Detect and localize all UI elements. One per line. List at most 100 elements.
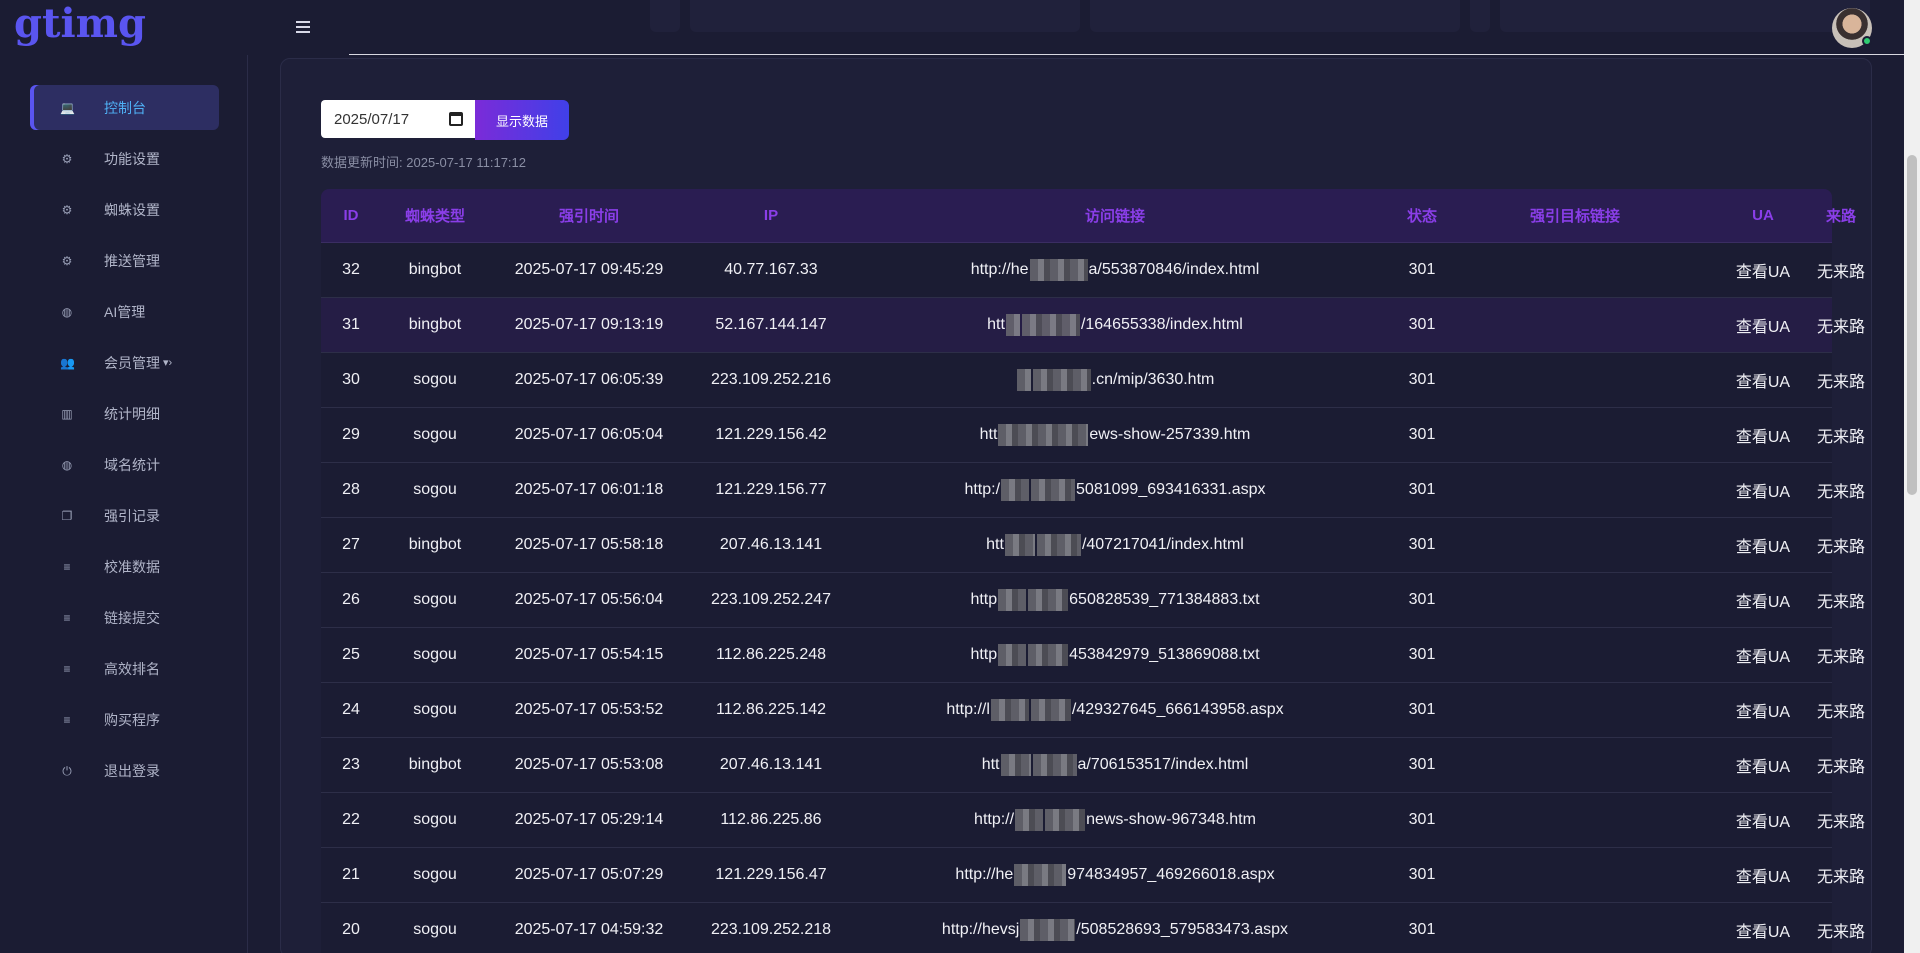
cell-url[interactable]: http:// news-show-967348.htm xyxy=(853,793,1377,847)
url-suffix: /164655338/index.html xyxy=(1080,316,1243,333)
cell-url[interactable]: http 453842979_513869088.txt xyxy=(853,628,1377,682)
url-suffix: /429327645_666143958.aspx xyxy=(1071,701,1284,718)
url-prefix: http xyxy=(970,646,998,663)
table-row: 28 sogou 2025-07-17 06:01:18 121.229.156.77… xyxy=(321,463,1865,518)
cell-source: 无来路 xyxy=(1816,759,1865,776)
cell-url[interactable]: http://he 974834957_469266018.aspx xyxy=(853,848,1377,902)
redacted-block xyxy=(998,589,1027,611)
cell-url[interactable]: htt a/706153517/index.html xyxy=(853,738,1377,792)
user-avatar[interactable] xyxy=(1832,8,1872,48)
cell-ip: 112.86.225.86 xyxy=(720,811,822,828)
sidebar-item-2[interactable]: ⚙ 蜘蛛设置 xyxy=(30,187,219,232)
cell-id: 24 xyxy=(342,701,360,718)
url-suffix: /407217041/index.html xyxy=(1081,536,1244,553)
cell-status: 301 xyxy=(1408,866,1436,883)
header-status[interactable]: 状态 xyxy=(1377,189,1467,242)
url-suffix: 453842979_513869088.txt xyxy=(1069,646,1260,663)
scrollbar-thumb[interactable] xyxy=(1907,155,1917,495)
update-time-label: 数据更新时间: xyxy=(321,155,403,170)
url-prefix: http xyxy=(970,591,998,608)
cell-ip: 223.109.252.216 xyxy=(710,371,832,388)
redacted-block xyxy=(1021,314,1080,336)
sidebar-item-0[interactable]: 💻 控制台 xyxy=(30,85,219,130)
header-ip[interactable]: IP xyxy=(689,189,853,242)
cell-ip: 52.167.144.147 xyxy=(715,316,827,333)
sidebar-item-4[interactable]: ◍ AI管理 xyxy=(30,289,219,334)
cell-status: 301 xyxy=(1408,371,1436,388)
cell-url[interactable]: http 650828539_771384883.txt xyxy=(853,573,1377,627)
cell-ip: 121.229.156.77 xyxy=(715,481,827,498)
cell-target-url xyxy=(1467,408,1683,462)
cell-target-url xyxy=(1467,738,1683,792)
hamburger-menu-icon[interactable] xyxy=(292,16,314,38)
cell-url[interactable]: .cn/mip/3630.htm xyxy=(853,353,1377,407)
sidebar-item-label: 退出登录 xyxy=(104,762,160,779)
cell-url[interactable]: http://he a/553870846/index.html xyxy=(853,243,1377,297)
sidebar-item-1[interactable]: ⚙ 功能设置 xyxy=(30,136,219,181)
cell-ip: 112.86.225.248 xyxy=(715,646,827,663)
header-spider-type[interactable]: 蜘蛛类型 xyxy=(381,189,489,242)
sidebar-item-13[interactable]: ⏻ 退出登录 xyxy=(30,748,219,793)
sidebar-item-label: 强引记录 xyxy=(104,507,160,524)
sidebar-item-11[interactable]: ≡ 高效排名 xyxy=(30,646,219,691)
cell-id: 21 xyxy=(342,866,360,883)
header-id[interactable]: ID xyxy=(321,189,381,242)
url-prefix: http://hevsj xyxy=(941,921,1020,938)
url-suffix: a/706153517/index.html xyxy=(1077,756,1249,773)
cell-url[interactable]: htt/407217041/index.html xyxy=(853,518,1377,572)
header-url[interactable]: 访问链接 xyxy=(853,189,1377,242)
cell-status: 301 xyxy=(1408,811,1436,828)
cell-spider-type: bingbot xyxy=(408,316,462,333)
top-ghost-tab xyxy=(690,0,1080,32)
cell-ip: 40.77.167.33 xyxy=(724,261,818,278)
cell-ip: 121.229.156.42 xyxy=(715,426,827,443)
show-data-button[interactable]: 显示数据 xyxy=(475,100,569,140)
users-icon: 👥 xyxy=(60,355,75,370)
header-target-url[interactable]: 强引目标链接 xyxy=(1467,189,1683,242)
globe-icon: ◍ xyxy=(61,304,73,319)
sidebar-item-12[interactable]: ≡ 购买程序 xyxy=(30,697,219,742)
cell-id: 28 xyxy=(342,481,360,498)
cell-target-url xyxy=(1467,243,1683,297)
sidebar-item-label: 蜘蛛设置 xyxy=(104,201,160,218)
header-source[interactable]: 来路 xyxy=(1776,189,1906,242)
cell-time: 2025-07-17 04:59:32 xyxy=(514,921,664,938)
sidebar-item-5[interactable]: 👥 会员管理 ▾› xyxy=(30,340,219,385)
cell-time: 2025-07-17 06:01:18 xyxy=(514,481,664,498)
sidebar-item-label: 链接提交 xyxy=(104,609,160,626)
redacted-block xyxy=(1032,369,1091,391)
list-icon: ≡ xyxy=(63,610,71,625)
cell-url[interactable]: htt/164655338/index.html xyxy=(853,298,1377,352)
redacted-block xyxy=(1032,754,1077,776)
cell-url[interactable]: http://hevsj/508528693_579583473.aspx xyxy=(853,903,1377,953)
table-row: 31 bingbot 2025-07-17 09:13:19 52.167.144.1… xyxy=(321,298,1865,353)
table-row: 26 sogou 2025-07-17 05:56:04 223.109.252.24… xyxy=(321,573,1865,628)
sidebar-item-6[interactable]: ▥ 统计明细 xyxy=(30,391,219,436)
sidebar-item-9[interactable]: ≡ 校准数据 xyxy=(30,544,219,589)
logo[interactable]: gtimg xyxy=(14,0,146,48)
bar-chart-icon: ▥ xyxy=(61,406,73,421)
redacted-block xyxy=(998,424,1089,446)
url-prefix: http://he xyxy=(955,866,1014,883)
redacted-block xyxy=(990,699,1029,721)
cogs-icon: ⚙ xyxy=(61,202,73,217)
cell-target-url xyxy=(1467,793,1683,847)
top-ghost-tab xyxy=(1470,0,1490,32)
date-input[interactable]: 2025/07/17 xyxy=(321,100,475,138)
sidebar-item-8[interactable]: ❐ 强引记录 xyxy=(30,493,219,538)
cell-url[interactable]: http:/ 5081099_693416331.aspx xyxy=(853,463,1377,517)
sidebar-item-3[interactable]: ⚙ 推送管理 xyxy=(30,238,219,283)
cell-target-url xyxy=(1467,298,1683,352)
cell-id: 27 xyxy=(342,536,360,553)
cell-target-url xyxy=(1467,683,1683,737)
calendar-icon[interactable] xyxy=(449,112,463,126)
header-time[interactable]: 强引时间 xyxy=(489,189,689,242)
sidebar-item-label: 高效排名 xyxy=(104,660,160,677)
cell-id: 22 xyxy=(342,811,360,828)
sidebar-item-10[interactable]: ≡ 链接提交 xyxy=(30,595,219,640)
sidebar-item-7[interactable]: ◍ 域名统计 xyxy=(30,442,219,487)
cell-url[interactable]: http://l/429327645_666143958.aspx xyxy=(853,683,1377,737)
url-suffix: 974834957_469266018.aspx xyxy=(1067,866,1275,883)
url-prefix: http://l xyxy=(946,701,990,718)
cell-url[interactable]: htt ews-show-257339.htm xyxy=(853,408,1377,462)
